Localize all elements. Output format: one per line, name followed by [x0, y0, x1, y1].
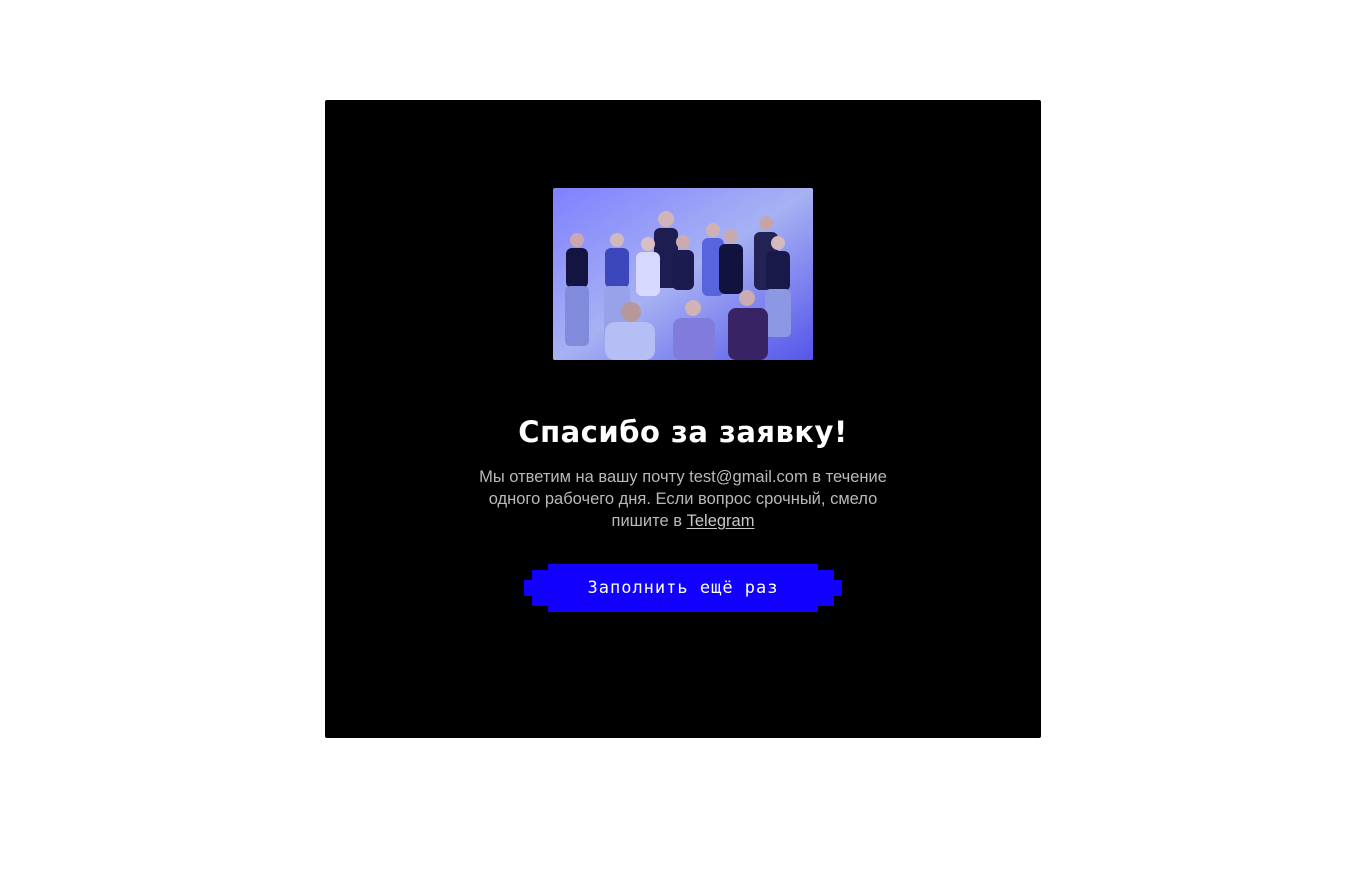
success-modal: Спасибо за заявку! Мы ответим на вашу по…: [325, 100, 1041, 738]
fill-again-label: Заполнить ещё раз: [587, 578, 779, 598]
success-message: Мы ответим на вашу почту test@gmail.com …: [463, 466, 903, 532]
telegram-link[interactable]: Telegram: [687, 512, 755, 530]
team-photo: [553, 188, 813, 360]
success-title: Спасибо за заявку!: [518, 415, 848, 449]
fill-again-button[interactable]: Заполнить ещё раз: [524, 564, 842, 612]
message-text: Мы ответим на вашу почту test@gmail.com …: [479, 468, 887, 530]
